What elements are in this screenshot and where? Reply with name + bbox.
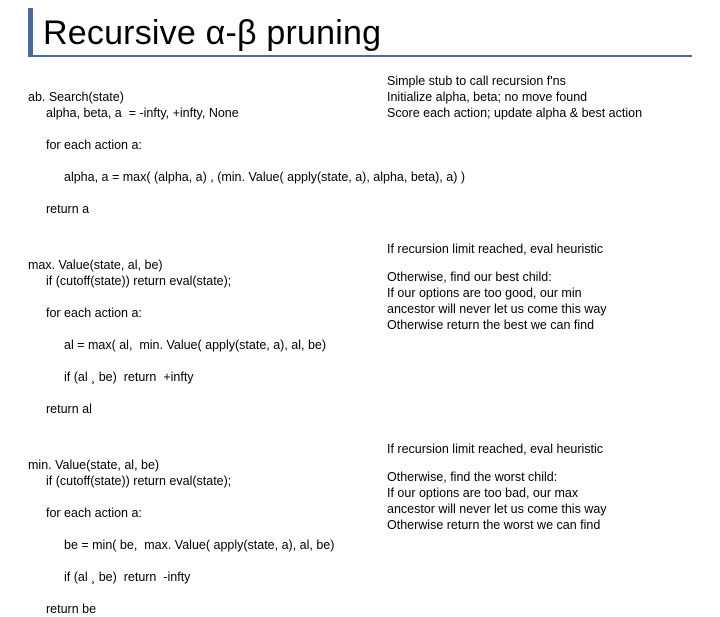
note-line: Otherwise return the worst we can find <box>387 517 692 533</box>
note-line: Simple stub to call recursion f'ns <box>387 73 692 89</box>
note-line: If recursion limit reached, eval heurist… <box>387 241 692 257</box>
code-line: return al <box>28 401 692 417</box>
code-line: min. Value(state, al, be) <box>28 458 159 472</box>
note-line: If our options are too good, our min <box>387 285 692 301</box>
code-line: if (al ¸ be) return +infty <box>28 369 692 385</box>
note-spacer <box>387 457 692 469</box>
code-line: al = max( al, min. Value( apply(state, a… <box>28 337 692 353</box>
title-container: Recursive α-β pruning <box>28 8 692 57</box>
slide-title: Recursive α-β pruning <box>43 14 692 53</box>
minvalue-notes: If recursion limit reached, eval heurist… <box>379 441 692 533</box>
code-line: return be <box>28 601 692 617</box>
note-line: Initialize alpha, beta; no move found <box>387 89 692 105</box>
note-line: If recursion limit reached, eval heurist… <box>387 441 692 457</box>
code-line: max. Value(state, al, be) <box>28 258 163 272</box>
code-line: be = min( be, max. Value( apply(state, a… <box>28 537 692 553</box>
note-spacer <box>387 257 692 269</box>
note-line: If our options are too bad, our max <box>387 485 692 501</box>
maxvalue-notes: If recursion limit reached, eval heurist… <box>379 241 692 333</box>
note-line: Otherwise, find the worst child: <box>387 469 692 485</box>
code-line: if (al ¸ be) return -infty <box>28 569 692 585</box>
slide-body: Simple stub to call recursion f'ns Initi… <box>28 73 692 617</box>
note-line: ancestor will never let us come this way <box>387 501 692 517</box>
minvalue-block: If recursion limit reached, eval heurist… <box>28 441 692 617</box>
absearch-notes: Simple stub to call recursion f'ns Initi… <box>379 73 692 121</box>
maxvalue-block: If recursion limit reached, eval heurist… <box>28 241 692 417</box>
code-line: return a <box>28 201 692 217</box>
code-line: ab. Search(state) <box>28 90 124 104</box>
code-line: for each action a: <box>28 137 692 153</box>
code-line: alpha, a = max( (alpha, a) , (min. Value… <box>28 169 692 185</box>
note-line: Otherwise, find our best child: <box>387 269 692 285</box>
slide: Recursive α-β pruning Simple stub to cal… <box>0 0 720 540</box>
note-line: ancestor will never let us come this way <box>387 301 692 317</box>
note-line: Score each action; update alpha & best a… <box>387 105 692 121</box>
note-line: Otherwise return the best we can find <box>387 317 692 333</box>
absearch-block: Simple stub to call recursion f'ns Initi… <box>28 73 692 217</box>
